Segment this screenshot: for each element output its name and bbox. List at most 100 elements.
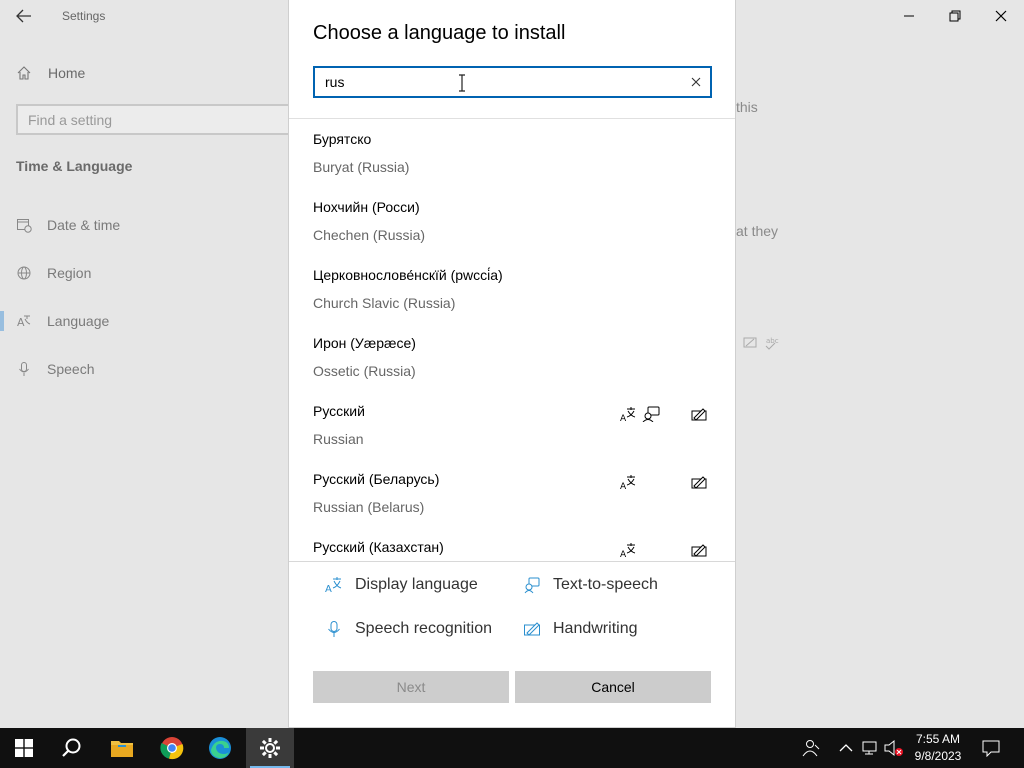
svg-text:A: A — [620, 414, 627, 422]
nav-home[interactable]: Home — [16, 62, 85, 84]
language-native-name: Русский (Казахстан) — [313, 539, 444, 555]
chrome-button[interactable] — [148, 728, 196, 768]
display-language-icon: A — [619, 405, 637, 423]
microphone-icon — [16, 361, 34, 377]
handwriting-icon — [690, 541, 708, 559]
dialog-title: Choose a language to install — [313, 22, 566, 44]
next-button[interactable]: Next — [313, 671, 509, 703]
language-list-item[interactable]: Церковнослове́нскїй (рwссі́а) Church Slav… — [289, 255, 735, 323]
back-arrow-icon — [16, 9, 31, 23]
sidebar-item-language[interactable]: A Language — [16, 310, 109, 332]
handwriting-icon — [690, 405, 708, 423]
language-list-item[interactable]: Русский (Беларусь) Russian (Belarus) A — [289, 459, 735, 527]
clear-search-button[interactable] — [688, 74, 704, 90]
language-english-name: Buryat (Russia) — [313, 159, 410, 175]
language-list-item[interactable]: Бурятско Buryat (Russia) — [289, 119, 735, 187]
language-english-name: Ossetic (Russia) — [313, 363, 416, 379]
calendar-clock-icon — [16, 217, 34, 233]
clock-date: 9/8/2023 — [914, 749, 962, 763]
legend-label: Display language — [355, 576, 478, 593]
legend-label: Handwriting — [553, 620, 638, 637]
language-list-item[interactable]: Русский Russian A — [289, 391, 735, 459]
display-language-icon: A — [619, 473, 637, 491]
language-english-name: Russian (Belarus) — [313, 499, 425, 515]
language-english-name: Russian — [313, 431, 364, 447]
globe-icon — [16, 265, 34, 281]
people-icon[interactable] — [801, 738, 821, 758]
svg-text:A: A — [17, 316, 25, 329]
chevron-up-icon[interactable] — [836, 738, 856, 758]
background-feature-icons: abc — [742, 334, 782, 352]
close-icon — [995, 10, 1007, 22]
legend-handwriting: Handwriting — [523, 620, 637, 638]
settings-taskbar-button[interactable] — [246, 728, 294, 768]
home-icon — [16, 65, 34, 81]
language-list-item[interactable]: Русский (Казахстан) A — [289, 527, 735, 561]
legend-label: Speech recognition — [355, 620, 492, 637]
edge-button[interactable] — [196, 728, 244, 768]
legend-speech-recognition: Speech recognition — [325, 620, 492, 638]
minimize-icon — [904, 15, 914, 17]
language-search-input[interactable] — [315, 68, 675, 96]
language-list[interactable]: Бурятско Buryat (Russia) Нохчийн (Росси) Ch… — [289, 119, 735, 561]
nav-home-label: Home — [48, 65, 86, 81]
start-button[interactable] — [0, 728, 48, 768]
language-list-item[interactable]: Ирон (Уæрæсе) Ossetic (Russia) — [289, 323, 735, 391]
close-button[interactable] — [978, 0, 1024, 32]
gear-icon — [260, 738, 280, 758]
text-to-speech-icon — [523, 576, 541, 594]
clock[interactable]: 7:55 AM 9/8/2023 — [908, 731, 968, 765]
language-native-name: Русский — [313, 403, 365, 419]
display-language-icon: A — [619, 541, 637, 559]
choose-language-dialog: Choose a language to install Бурятско Bur… — [288, 0, 736, 728]
language-search-box[interactable] — [313, 66, 712, 98]
restore-icon — [949, 10, 961, 22]
sidebar-item-region[interactable]: Region — [16, 262, 91, 284]
network-icon[interactable] — [861, 738, 881, 758]
language-icon: A — [16, 313, 34, 329]
sidebar-item-label: Date & time — [47, 217, 121, 233]
language-native-name: Церковнослове́нскїй (рwссі́а) — [313, 267, 503, 283]
edge-icon — [209, 737, 231, 759]
find-setting-input[interactable] — [18, 106, 294, 133]
language-english-name: Chechen (Russia) — [313, 227, 426, 243]
sidebar-item-label: Speech — [47, 361, 95, 377]
language-native-name: Ирон (Уæрæсе) — [313, 335, 416, 351]
background-text-fragment: at they — [736, 223, 779, 239]
notifications-icon[interactable] — [981, 738, 1001, 758]
windows-logo-icon — [15, 739, 33, 757]
handwriting-icon — [690, 473, 708, 491]
svg-text:A: A — [620, 482, 627, 490]
language-native-name: Нохчийн (Росси) — [313, 199, 420, 215]
clock-time: 7:55 AM — [915, 732, 961, 746]
search-button[interactable] — [48, 728, 96, 768]
cancel-button[interactable]: Cancel — [515, 671, 711, 703]
svg-text:A: A — [325, 584, 332, 594]
svg-text:abc: abc — [766, 337, 779, 345]
section-title: Time & Language — [16, 158, 133, 174]
background-text-fragment: this — [736, 99, 758, 115]
restore-button[interactable] — [932, 0, 978, 32]
divider — [289, 561, 735, 562]
file-explorer-button[interactable] — [98, 728, 146, 768]
sidebar-item-speech[interactable]: Speech — [16, 358, 94, 380]
text-to-speech-icon — [642, 405, 660, 423]
minimize-button[interactable] — [886, 0, 932, 32]
find-setting-box[interactable] — [16, 104, 296, 135]
sidebar-item-date-time[interactable]: Date & time — [16, 214, 120, 236]
chrome-icon — [160, 737, 184, 760]
folder-icon — [111, 741, 133, 757]
search-icon — [62, 738, 81, 757]
clear-icon — [691, 77, 701, 87]
back-button[interactable] — [8, 2, 40, 30]
active-indicator — [0, 311, 4, 331]
svg-text:A: A — [620, 550, 627, 558]
display-language-icon: A — [325, 576, 343, 594]
language-list-item[interactable]: Нохчийн (Росси) Chechen (Russia) — [289, 187, 735, 255]
app-title: Settings — [62, 9, 106, 23]
legend-text-to-speech: Text-to-speech — [523, 576, 658, 594]
volume-muted-icon[interactable] — [884, 738, 904, 758]
language-native-name: Бурятско — [313, 131, 372, 147]
sidebar-item-label: Region — [47, 265, 92, 281]
language-native-name: Русский (Беларусь) — [313, 471, 440, 487]
